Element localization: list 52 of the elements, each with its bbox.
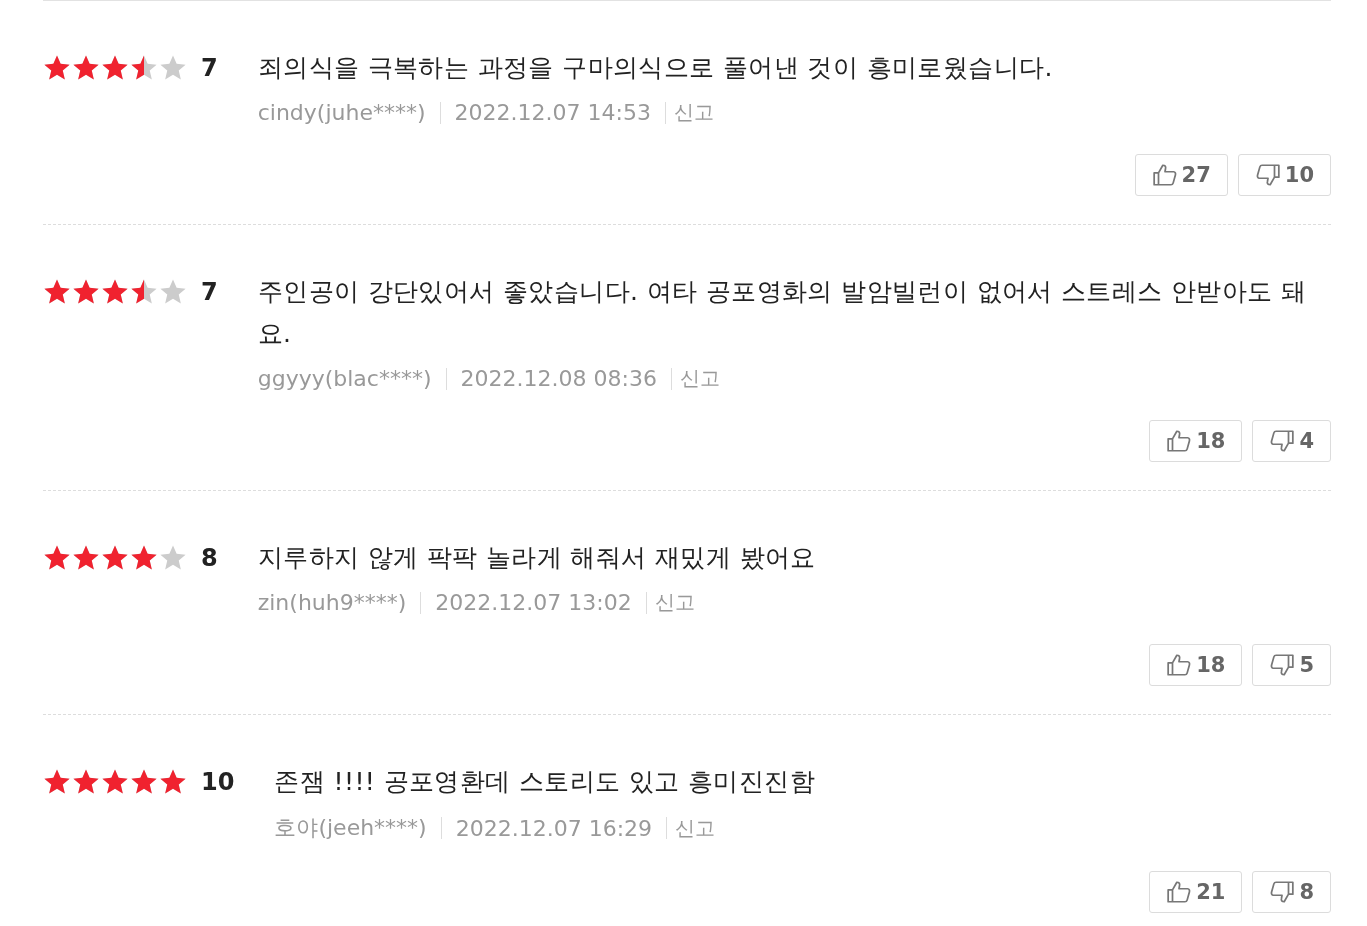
review-date: 2022.12.08 08:36 (460, 366, 657, 391)
star-icon (101, 544, 129, 572)
star-icon (43, 768, 71, 796)
author-name: cindy(juhe****) (257, 100, 426, 125)
thumbs-down-icon (1269, 652, 1296, 678)
like-button[interactable]: 21 (1149, 871, 1243, 913)
star-icon (130, 544, 158, 572)
like-button[interactable]: 18 (1149, 420, 1243, 462)
star-icon (159, 544, 187, 572)
like-button[interactable]: 18 (1149, 644, 1243, 686)
star-icon (130, 278, 158, 306)
star-icon (43, 544, 71, 572)
star-icon (43, 54, 71, 82)
review-text: 주인공이 강단있어서 좋았습니다. 여타 공포영화의 발암빌런이 없어서 스트레스 안받아도 돼요. (257, 276, 1308, 350)
star-icon (130, 54, 158, 82)
dislike-button[interactable]: 8 (1252, 871, 1331, 913)
rating-score: 7 (201, 278, 218, 306)
thumbs-up-icon (1166, 652, 1193, 678)
thumbs-up-icon (1166, 879, 1193, 905)
star-icon (101, 278, 129, 306)
star-icon (101, 768, 129, 796)
author-name: ggyyy(blac****) (257, 366, 432, 391)
star-icon (43, 278, 71, 306)
rating-score: 8 (201, 544, 218, 572)
dislike-button[interactable]: 4 (1252, 420, 1331, 462)
author-name: zin(huh9****) (257, 590, 407, 615)
rating-score: 10 (201, 768, 235, 796)
thumbs-up-icon (1151, 162, 1178, 188)
star-icon (72, 54, 100, 82)
author-name: 호야(jeeh****) (274, 814, 427, 842)
thumbs-up-icon (1166, 428, 1193, 454)
dislike-button[interactable]: 5 (1252, 644, 1331, 686)
star-icon (159, 768, 187, 796)
star-icon (159, 278, 187, 306)
review-date: 2022.12.07 13:02 (435, 590, 632, 615)
thumbs-down-icon (1254, 162, 1281, 188)
star-icon (72, 278, 100, 306)
star-icon (159, 54, 187, 82)
like-button[interactable]: 27 (1134, 154, 1228, 196)
star-icon (72, 544, 100, 572)
star-icon (72, 768, 100, 796)
review-date: 2022.12.07 14:53 (454, 100, 651, 125)
rating-score: 7 (201, 54, 218, 82)
star-icon (130, 768, 158, 796)
dislike-button[interactable]: 10 (1237, 154, 1331, 196)
star-icon (101, 54, 129, 82)
review-text: 존잼 !!!! 공포영환데 스토리도 있고 흥미진진함 (274, 766, 817, 798)
review-text: 지루하지 않게 팍팍 놀라게 해줘서 재밌게 봤어요 (257, 542, 817, 574)
review-date: 2022.12.07 16:29 (455, 815, 653, 841)
thumbs-down-icon (1269, 428, 1296, 454)
thumbs-down-icon (1269, 879, 1296, 905)
review-text: 죄의식을 극복하는 과정을 구마의식으로 풀어낸 것이 흥미로웠습니다. (257, 52, 1054, 84)
